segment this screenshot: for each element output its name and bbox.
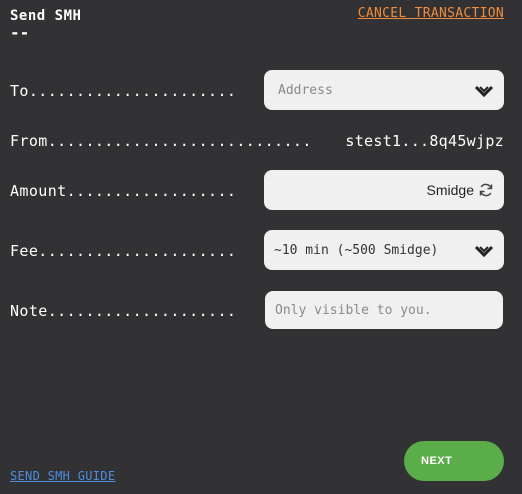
page-subtitle: --	[10, 23, 30, 42]
from-address-value: stest1...8q45wjpz	[345, 132, 504, 150]
fee-label: Fee.....................	[10, 242, 237, 260]
fee-selected-value: ~10 min (~500 Smidge)	[274, 242, 439, 258]
amount-unit-label: Smidge	[426, 182, 474, 198]
cancel-transaction-link[interactable]: CANCEL TRANSACTION	[358, 6, 504, 21]
note-placeholder: Only visible to you.	[275, 302, 432, 318]
to-label: To......................	[10, 82, 237, 100]
send-smh-guide-link[interactable]: SEND SMH GUIDE	[10, 469, 115, 483]
chevron-down-icon[interactable]	[474, 83, 494, 98]
chevron-down-icon[interactable]	[474, 243, 494, 258]
note-input[interactable]: Only visible to you.	[265, 291, 503, 329]
from-label: From............................	[10, 132, 312, 150]
amount-label: Amount..................	[10, 182, 237, 200]
amount-input[interactable]: Smidge	[264, 170, 504, 210]
address-dropdown[interactable]: Address	[264, 70, 504, 110]
note-label: Note....................	[10, 302, 237, 320]
fee-dropdown[interactable]: ~10 min (~500 Smidge)	[264, 230, 504, 270]
page-title: Send SMH	[10, 8, 82, 24]
next-button[interactable]: NEXT	[404, 441, 504, 481]
refresh-icon[interactable]	[478, 182, 494, 198]
address-placeholder: Address	[278, 82, 333, 98]
